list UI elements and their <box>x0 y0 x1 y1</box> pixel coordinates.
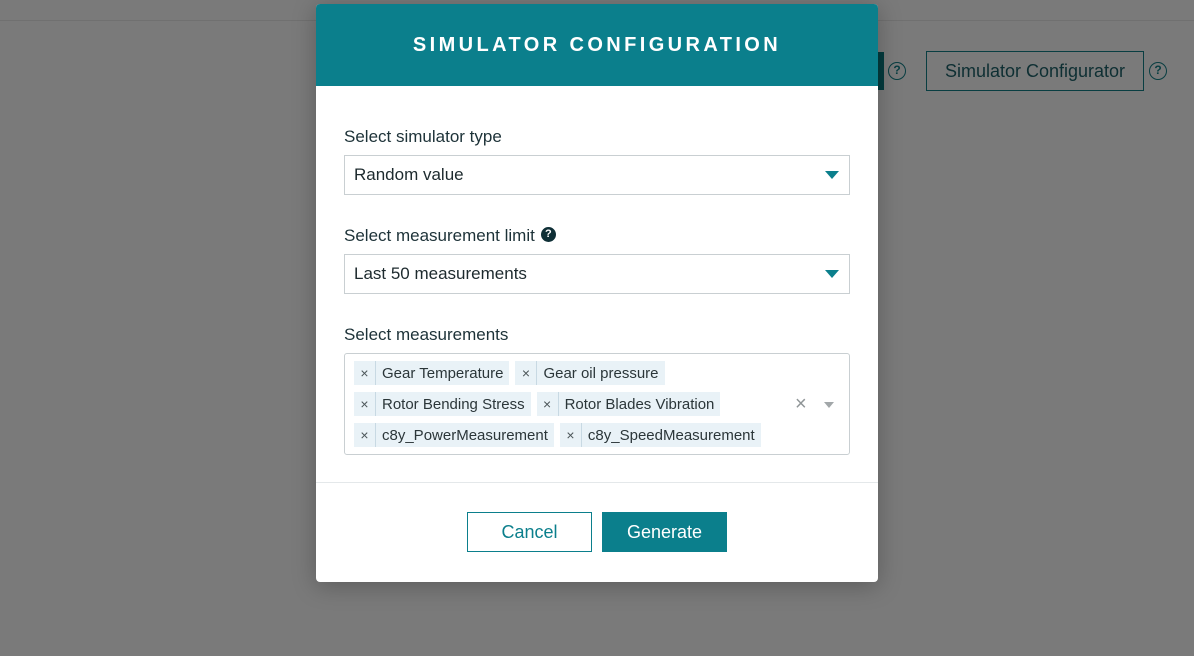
measurement-tag: × Gear oil pressure <box>515 361 665 385</box>
measurement-tag: × Gear Temperature <box>354 361 510 385</box>
measurement-tag: × Rotor Bending Stress <box>354 392 531 416</box>
remove-tag-icon[interactable]: × <box>515 361 538 385</box>
tag-row: × Rotor Bending Stress × Rotor Blades Vi… <box>354 392 849 416</box>
caret-down-icon <box>825 171 839 179</box>
simulator-configurator-button[interactable]: Simulator Configurator <box>926 51 1144 91</box>
remove-tag-icon[interactable]: × <box>560 423 582 447</box>
help-icon[interactable]: ? <box>888 62 906 80</box>
tag-label: Rotor Bending Stress <box>382 395 525 413</box>
measurements-label-text: Select measurements <box>344 325 509 344</box>
clear-all-icon[interactable]: × <box>795 392 807 416</box>
caret-down-icon <box>825 270 839 278</box>
measurement-limit-value: Last 50 measurements <box>354 264 527 283</box>
remove-tag-icon[interactable]: × <box>354 361 376 385</box>
simulator-type-label-text: Select simulator type <box>344 127 502 146</box>
modal-body: Select simulator type Random value Selec… <box>316 127 878 455</box>
cancel-button[interactable]: Cancel <box>467 512 592 552</box>
simulator-configuration-modal: SIMULATOR CONFIGURATION Select simulator… <box>316 4 878 582</box>
tag-row: × Gear Temperature × Gear oil pressure <box>354 361 849 385</box>
modal-footer-divider <box>316 482 878 483</box>
help-icon[interactable]: ? <box>1149 62 1167 80</box>
tag-label: Rotor Blades Vibration <box>564 395 715 413</box>
measurement-limit-label: Select measurement limit ? <box>344 226 850 246</box>
remove-tag-icon[interactable]: × <box>354 423 376 447</box>
modal-title: SIMULATOR CONFIGURATION <box>412 33 782 56</box>
remove-tag-icon[interactable]: × <box>537 392 559 416</box>
measurement-limit-select[interactable]: Last 50 measurements <box>344 254 850 294</box>
question-circle-icon[interactable]: ? <box>540 226 556 242</box>
tag-label: c8y_PowerMeasurement <box>382 426 548 444</box>
measurement-tag: × c8y_PowerMeasurement <box>354 423 554 447</box>
tag-label: c8y_SpeedMeasurement <box>587 426 755 444</box>
tag-label: Gear oil pressure <box>543 364 659 382</box>
generate-button[interactable]: Generate <box>602 512 727 552</box>
caret-down-icon[interactable] <box>824 402 834 408</box>
measurements-label: Select measurements <box>344 325 850 345</box>
simulator-type-select[interactable]: Random value <box>344 155 850 195</box>
simulator-type-label: Select simulator type <box>344 127 850 147</box>
tag-label: Gear Temperature <box>382 364 504 382</box>
modal-header: SIMULATOR CONFIGURATION <box>316 4 878 86</box>
tag-row: × c8y_PowerMeasurement × c8y_SpeedMeasur… <box>354 423 849 447</box>
measurement-limit-label-text: Select measurement limit <box>344 226 535 245</box>
simulator-type-value: Random value <box>354 165 464 184</box>
measurement-tag: × c8y_SpeedMeasurement <box>559 423 761 447</box>
measurement-tag: × Rotor Blades Vibration <box>536 392 721 416</box>
remove-tag-icon[interactable]: × <box>354 392 376 416</box>
measurements-multiselect[interactable]: × Gear Temperature × Gear oil pressure ×… <box>344 353 850 455</box>
